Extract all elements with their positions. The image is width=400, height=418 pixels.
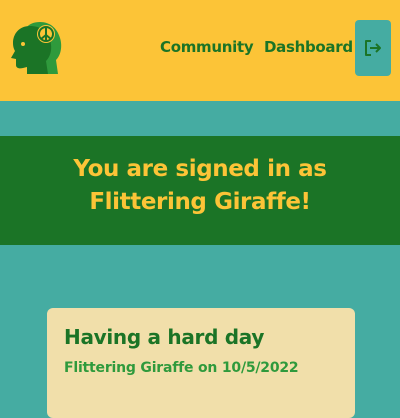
signed-in-username: Flittering Giraffe! xyxy=(89,189,311,215)
post-author-date: Flittering Giraffe on 10/5/2022 xyxy=(64,360,299,376)
post-card[interactable]: Having a hard day Flittering Giraffe on … xyxy=(47,308,355,418)
head-peace-sign-icon[interactable] xyxy=(10,20,62,74)
signed-in-message: You are signed in as Flittering Giraffe! xyxy=(0,153,400,219)
nav-link-dashboard[interactable]: Dashboard xyxy=(264,38,353,56)
signed-in-line-1: You are signed in as xyxy=(73,156,327,182)
logout-button[interactable] xyxy=(355,20,391,76)
logout-icon xyxy=(365,40,381,56)
top-nav-bar: Community Dashboard xyxy=(0,0,400,101)
post-title[interactable]: Having a hard day xyxy=(64,325,264,349)
nav-link-community[interactable]: Community xyxy=(160,38,254,56)
